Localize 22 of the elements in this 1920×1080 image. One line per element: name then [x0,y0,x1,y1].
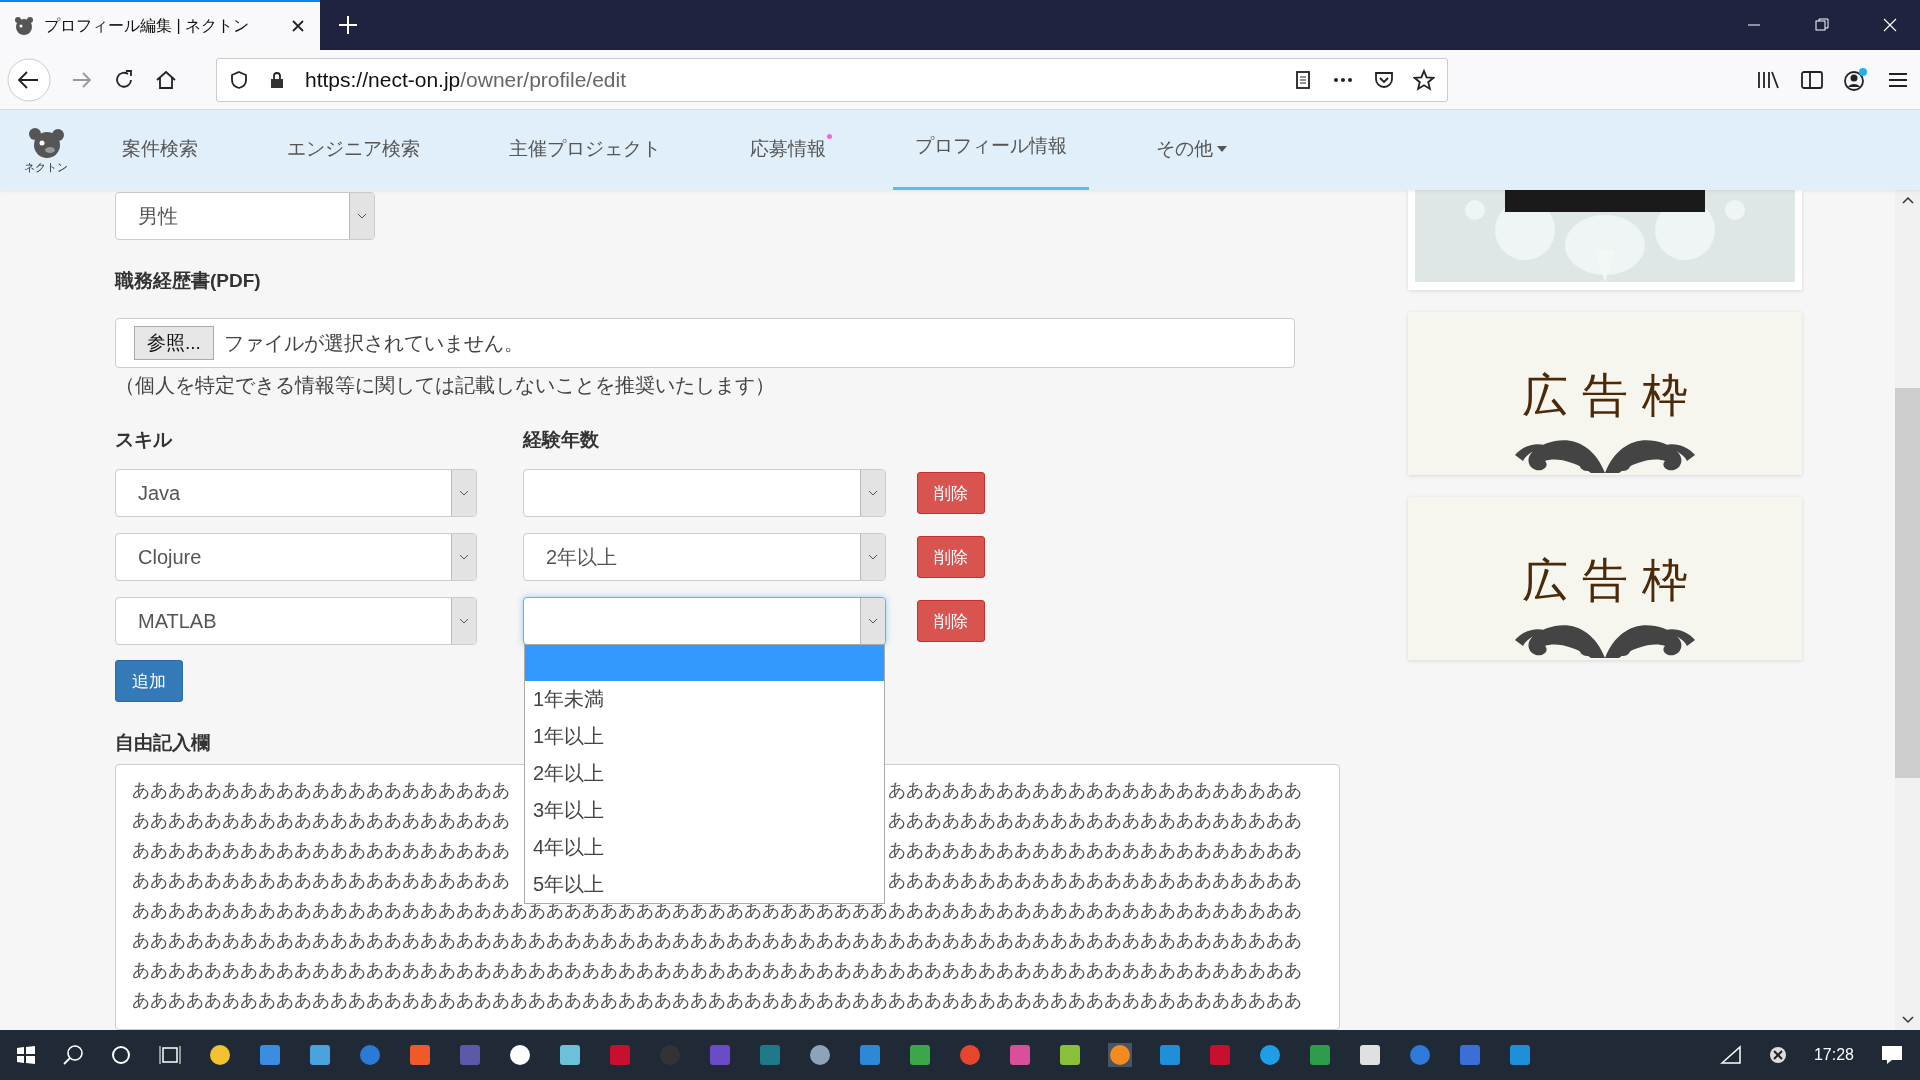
tab-title: プロフィール編集 | ネクトン [44,15,251,36]
ad-text: 広告枠 [1522,367,1702,424]
hint-text: （個人を特定できる情報等に関しては記載しないことを推奨いたします） [115,373,775,398]
text-line: あああああああああああああああああああああああ [888,779,1302,802]
field-label: 自由記入欄 [115,731,210,755]
text-line: あああああああああああああああああああああああ [888,839,1302,862]
url-text: https://nect-on.jp/owner/profile/edit [305,67,627,92]
text-line: あああああああああああああああああああああ [132,809,510,832]
file-status: ファイルが選択されていません。 [223,330,524,356]
text-line: あああああああああああああああああああああああ [888,869,1302,892]
text-line: あああああああああああああああああああああああああああああああああああああああああああああああああああああああああああああああああ [132,959,1302,982]
logo-text: ネクトン [24,159,68,175]
text-line: あああああああああああああああああああああ [132,839,510,862]
text-line: あああああああああああああああああああああ [132,779,510,802]
ad-text: 広告枠 [1522,552,1702,609]
column-header: スキル [115,428,173,452]
text-line: あああああああああああああああああああああああ [888,809,1302,832]
text-line: あああああああああああああああああああああああああああああああああああああああああああああああああああああああああああああああああ [132,929,1302,952]
column-header: 経験年数 [523,428,600,452]
text-line: あああああああああああああああああああああああああああああああああああああああああああああああああああああああああああああああああ [132,989,1302,1012]
text-line: あああああああああああああああああああああ [132,869,510,892]
field-label: 職務経歴書(PDF) [115,269,261,293]
